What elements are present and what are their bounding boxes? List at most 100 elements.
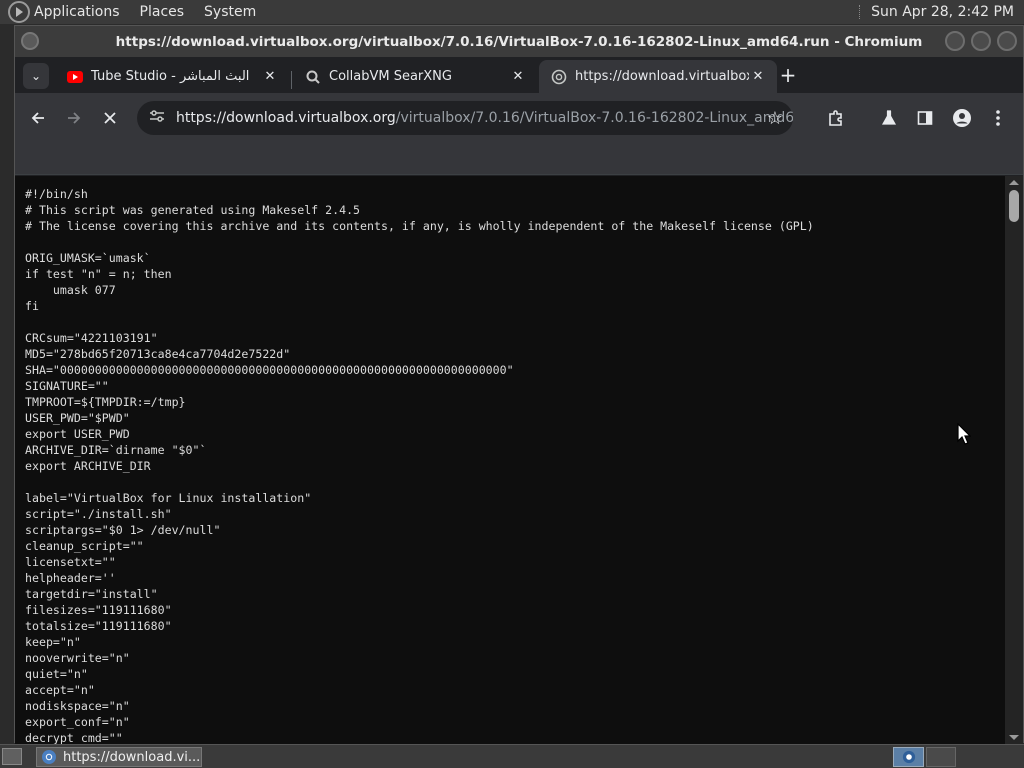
tab-collabvm-searxng[interactable]: CollabVM SearXNG ✕ (293, 60, 537, 93)
tab-divider (291, 71, 292, 89)
workspace-1[interactable] (893, 747, 924, 767)
clock[interactable]: Sun Apr 28, 2:42 PM (871, 4, 1014, 20)
side-panel-icon (917, 111, 933, 125)
scrollbar-thumb[interactable] (1009, 190, 1019, 222)
window-menu-icon[interactable] (21, 32, 39, 50)
chevron-down-icon: ⌄ (30, 69, 42, 83)
tab-search-button[interactable]: ⌄ (23, 63, 49, 89)
top-panel: Applications Places System Sun Apr 28, 2… (0, 0, 1024, 24)
script-line: MD5="278bd65f20713ca8e4ca7704d2e7522d" (25, 347, 291, 361)
script-line: quiet="n" (25, 667, 88, 681)
url-text[interactable]: https://download.virtualbox.org/virtualb… (176, 110, 793, 126)
script-line: if test "n" = n; then (25, 267, 172, 281)
bookmarks-bar (15, 143, 1023, 175)
browser-window: https://download.virtualbox.org/virtualb… (14, 25, 1024, 744)
script-line (25, 234, 814, 250)
places-menu[interactable]: Places (140, 4, 185, 20)
script-line: #!/bin/sh (25, 187, 88, 201)
site-info-icon[interactable] (149, 109, 166, 127)
menu-button[interactable] (985, 105, 1011, 131)
bottom-panel: https://download.vi... (0, 744, 1024, 768)
stop-loading-button[interactable] (97, 105, 123, 131)
taskbar-window-chromium[interactable]: https://download.vi... (36, 747, 202, 767)
url-host: https://download.virtualbox.org (175, 110, 396, 126)
applications-menu[interactable]: Applications (34, 4, 120, 20)
script-line: totalsize="119111680" (25, 619, 172, 633)
extensions-button[interactable] (823, 105, 849, 131)
arrow-left-icon (31, 112, 44, 124)
script-line: export ARCHIVE_DIR (25, 459, 151, 473)
window-title: https://download.virtualbox.org/virtualb… (115, 33, 923, 50)
close-icon[interactable]: ✕ (261, 69, 279, 84)
script-line: decrypt_cmd="" (25, 731, 123, 744)
script-line: TMPROOT=${TMPDIR:=/tmp} (25, 395, 186, 409)
scroll-up-icon[interactable] (1009, 180, 1019, 185)
searxng-icon (305, 69, 321, 85)
script-line: SHA="00000000000000000000000000000000000… (25, 363, 514, 377)
maximize-button[interactable] (971, 31, 991, 51)
bookmark-star-icon[interactable]: ☆ (767, 108, 783, 129)
globe-icon (551, 69, 567, 85)
tab-youtube-studio[interactable]: البث المباشر - Tube Studio ✕ (55, 60, 289, 93)
script-line: # This script was generated using Makese… (25, 203, 361, 217)
script-line: # The license covering this archive and … (25, 219, 814, 233)
distro-logo-icon[interactable] (8, 1, 30, 23)
tab-title: CollabVM SearXNG (329, 69, 452, 84)
tab-title: https://download.virtualbox.o (575, 69, 749, 84)
kebab-menu-icon (996, 110, 1000, 126)
chromium-icon (42, 750, 56, 764)
script-line: label="VirtualBox for Linux installation… (25, 491, 312, 505)
avatar-icon (953, 109, 971, 127)
script-line: ORIG_UMASK=`umask` (25, 251, 151, 265)
script-line: licensetxt="" (25, 555, 116, 569)
script-line: export_conf="n" (25, 715, 130, 729)
url-path: /virtualbox/7.0.16/VirtualBox-7.0.16-162… (395, 110, 793, 126)
page-content[interactable]: #!/bin/sh # This script was generated usi… (15, 176, 1005, 744)
script-line: SIGNATURE="" (25, 379, 109, 393)
show-desktop-button[interactable] (2, 748, 22, 765)
script-line: keep="n" (25, 635, 81, 649)
close-icon (104, 112, 116, 124)
back-button[interactable] (25, 105, 51, 131)
tab-strip: ⌄ البث المباشر - Tube Studio ✕ CollabVM … (15, 57, 1023, 93)
script-line: umask 077 (25, 283, 116, 297)
forward-button[interactable] (61, 105, 87, 131)
flask-icon (881, 110, 897, 125)
tab-virtualbox-download[interactable]: https://download.virtualbox.o ✕ (539, 60, 777, 93)
arrow-right-icon (68, 112, 81, 124)
workspace-2[interactable] (926, 747, 956, 767)
panel-separator (859, 5, 861, 19)
script-line: helpheader='' (25, 571, 116, 585)
close-window-button[interactable] (997, 31, 1017, 51)
script-line: script="./install.sh" (25, 507, 172, 521)
close-icon[interactable]: ✕ (749, 69, 767, 84)
script-source-text: #!/bin/sh # This script was generated usi… (25, 186, 814, 744)
close-icon[interactable]: ✕ (509, 69, 527, 84)
browser-toolbar: https://download.virtualbox.org/virtualb… (15, 93, 1023, 143)
address-bar[interactable]: https://download.virtualbox.org/virtualb… (137, 101, 793, 135)
taskbar-window-label: https://download.vi... (63, 749, 201, 765)
chromium-icon (902, 750, 915, 764)
profile-button[interactable] (949, 105, 975, 131)
script-line: ARCHIVE_DIR=`dirname "$0"` (25, 443, 207, 457)
script-line: filesizes="119111680" (25, 603, 172, 617)
script-line: cleanup_script="" (25, 539, 144, 553)
script-line (25, 474, 814, 490)
script-line: CRCsum="4221103191" (25, 331, 158, 345)
tab-title: البث المباشر - Tube Studio (91, 69, 250, 84)
system-menu[interactable]: System (204, 4, 256, 20)
window-controls (945, 31, 1017, 51)
youtube-icon (67, 69, 83, 85)
puzzle-icon (829, 110, 842, 126)
scroll-down-icon[interactable] (1009, 735, 1019, 740)
side-panel-button[interactable] (912, 105, 938, 131)
minimize-button[interactable] (945, 31, 965, 51)
labs-button[interactable] (876, 105, 902, 131)
mouse-cursor-icon (957, 423, 971, 445)
script-line: USER_PWD="$PWD" (25, 411, 130, 425)
new-tab-button[interactable]: + (777, 65, 799, 87)
window-titlebar[interactable]: https://download.virtualbox.org/virtualb… (15, 26, 1023, 57)
script-line: nooverwrite="n" (25, 651, 130, 665)
page-scrollbar[interactable] (1005, 176, 1023, 744)
script-line: nodiskspace="n" (25, 699, 130, 713)
